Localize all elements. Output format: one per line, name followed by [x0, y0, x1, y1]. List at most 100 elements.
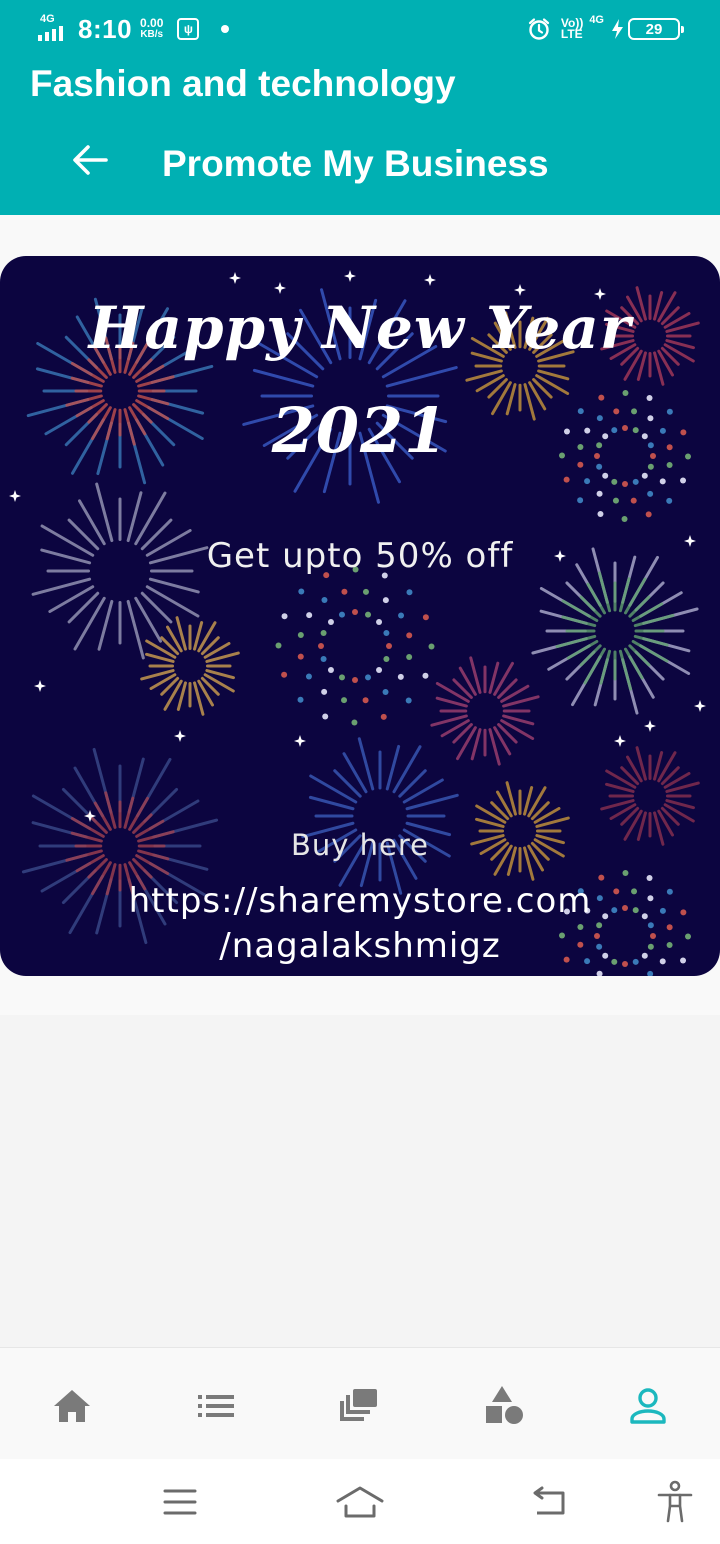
star	[294, 735, 306, 747]
firework-dot	[622, 870, 629, 877]
system-back-button[interactable]	[525, 1477, 575, 1527]
volte-bottom: LTE	[560, 27, 583, 41]
firework-dot	[352, 609, 358, 615]
network-type: 4G	[589, 14, 604, 26]
system-navigation-bar	[0, 1459, 720, 1544]
firework-dot	[306, 612, 313, 619]
star	[424, 274, 436, 286]
status-left: 4G 8:10 0.00 KB/s ψ	[38, 12, 230, 46]
app-header: 4G 8:10 0.00 KB/s ψ Vo)) LTE 4G 29 Fashi…	[0, 0, 720, 215]
firework-dot	[680, 477, 687, 484]
firework-dot	[621, 515, 628, 522]
system-home-button[interactable]	[335, 1477, 385, 1527]
firework-dot	[382, 597, 389, 604]
profile-icon	[630, 1388, 666, 1424]
menu-icon	[163, 1489, 197, 1515]
firework-ray	[385, 366, 458, 388]
gallery-icon	[340, 1389, 377, 1421]
firework-dot	[365, 674, 372, 681]
fireworks-background	[9, 270, 706, 976]
firework-dot	[376, 667, 383, 674]
status-time: 8:10	[78, 13, 133, 44]
firework-dot	[376, 618, 383, 625]
home-outline-icon	[336, 1486, 384, 1518]
firework-dot	[596, 970, 603, 976]
firework-dot	[383, 656, 390, 663]
firework-dot	[383, 629, 390, 636]
firework-ray	[633, 634, 669, 647]
star	[229, 272, 241, 284]
promo-image-card[interactable]: Happy New Year 2021 Get upto 50% off Buy…	[0, 256, 720, 976]
shapes-icon	[486, 1386, 523, 1424]
firework-ray	[97, 599, 114, 651]
firework-ray	[402, 778, 444, 804]
firework-dot	[341, 697, 348, 704]
firework-dot	[352, 677, 358, 683]
firework-dot	[297, 653, 304, 660]
promo-url-line1: https://sharemystore.com	[128, 881, 592, 921]
nav-home-button[interactable]	[48, 1382, 96, 1430]
firework-dot	[563, 476, 570, 483]
nav-shapes-button[interactable]	[480, 1382, 528, 1430]
firework-dot	[362, 697, 369, 704]
notification-dot	[221, 25, 230, 33]
firework-dot	[647, 490, 654, 497]
firework-ray	[308, 795, 355, 811]
firework-ray	[48, 585, 95, 613]
firework-dot	[362, 588, 369, 595]
firework-dot	[406, 653, 413, 660]
nav-gallery-button[interactable]	[336, 1382, 384, 1430]
speed-value: 0.00	[140, 16, 164, 30]
firework-dot	[327, 618, 334, 625]
firework-dot	[602, 472, 609, 479]
promo-url-line2: /nagalakshmigz	[219, 926, 501, 966]
firework-dot	[597, 511, 604, 518]
firework-dot	[405, 697, 412, 704]
firework-dot	[322, 713, 329, 720]
firework-dot	[338, 611, 345, 618]
battery-icon: 29	[628, 18, 684, 40]
status-bar: 4G 8:10 0.00 KB/s ψ Vo)) LTE 4G 29	[0, 0, 720, 58]
nav-list-button[interactable]	[192, 1382, 240, 1430]
back-button[interactable]	[68, 140, 112, 180]
firework-ray	[342, 752, 368, 794]
firework-ray	[148, 577, 200, 594]
status-right: Vo)) LTE 4G 29	[527, 12, 684, 46]
firework-dot	[321, 688, 328, 695]
promo-offer: Get upto 50% off	[206, 536, 514, 576]
star	[694, 700, 706, 712]
firework-dot	[351, 719, 358, 726]
app-title: Fashion and technology	[30, 63, 456, 104]
volte-indicator: Vo)) LTE	[560, 17, 583, 41]
star	[344, 270, 356, 282]
firework-dot	[382, 689, 389, 696]
firework-dot	[422, 614, 429, 621]
firework-ray	[126, 491, 143, 543]
bottom-navigation	[0, 1347, 720, 1459]
star	[644, 720, 656, 732]
accessibility-button[interactable]	[650, 1477, 700, 1527]
system-menu-button[interactable]	[155, 1477, 205, 1527]
firework-dot	[645, 511, 652, 518]
firework-dot	[622, 481, 628, 487]
firework-dot	[641, 472, 648, 479]
nav-profile-button[interactable]	[624, 1382, 672, 1430]
firework-dot	[630, 497, 637, 504]
firework-dot	[386, 643, 392, 649]
firework-dot	[281, 613, 288, 620]
firework-dot	[406, 632, 413, 639]
promo-heading: Happy New Year	[88, 294, 632, 362]
firework-dot	[380, 713, 387, 720]
firework-dot	[659, 478, 666, 485]
home-icon	[54, 1390, 90, 1422]
alarm-icon	[528, 18, 549, 40]
firework-dot	[611, 478, 618, 485]
firework-dot	[647, 970, 654, 976]
firework-dot	[632, 478, 639, 485]
star	[274, 282, 286, 294]
firework-dot	[428, 643, 435, 650]
network-tag: 4G	[40, 13, 55, 25]
firework-ray	[599, 649, 612, 685]
star	[614, 735, 626, 747]
speed-unit: KB/s	[140, 29, 164, 40]
